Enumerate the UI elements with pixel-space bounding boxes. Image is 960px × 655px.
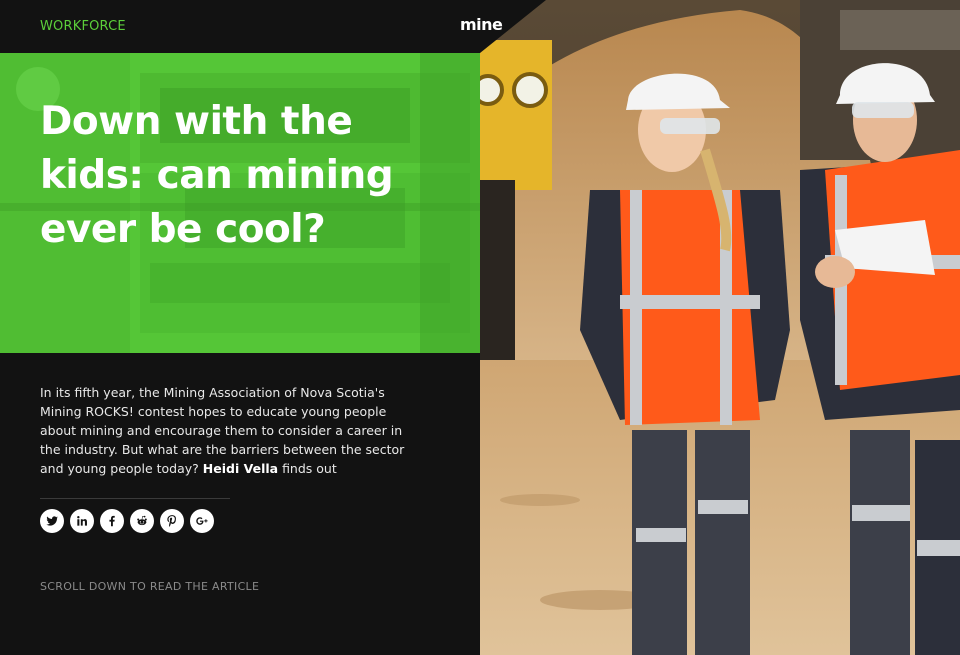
hero-banner: Down with the kids: can mining ever be c…: [0, 53, 480, 353]
share-pinterest-button[interactable]: [160, 509, 184, 533]
pinterest-icon: [167, 515, 176, 527]
share-linkedin-button[interactable]: [70, 509, 94, 533]
article-headline: Down with the kids: can mining ever be c…: [40, 99, 394, 252]
google-plus-icon: [196, 517, 208, 525]
author-name[interactable]: Heidi Vella: [203, 461, 278, 476]
scroll-down-hint[interactable]: SCROLL DOWN TO READ THE ARTICLE: [40, 580, 259, 593]
article-standfirst: In its fifth year, the Mining Associatio…: [40, 383, 410, 478]
intro-panel: In its fifth year, the Mining Associatio…: [0, 353, 480, 655]
hero-photo: [480, 0, 960, 655]
share-google-plus-button[interactable]: [190, 509, 214, 533]
workers-photo-illustration: [480, 0, 960, 655]
divider: [40, 498, 230, 499]
share-reddit-button[interactable]: [130, 509, 154, 533]
share-buttons: [40, 509, 214, 533]
reddit-icon: [137, 515, 147, 526]
mine-logo[interactable]: mine: [460, 15, 503, 34]
facebook-icon: [109, 515, 115, 527]
standfirst-suffix: finds out: [282, 461, 337, 476]
share-facebook-button[interactable]: [100, 509, 124, 533]
section-label-link[interactable]: WORKFORCE: [40, 19, 126, 34]
linkedin-icon: [77, 516, 87, 526]
share-twitter-button[interactable]: [40, 509, 64, 533]
twitter-icon: [46, 516, 59, 526]
top-bar: WORKFORCE: [0, 0, 480, 53]
